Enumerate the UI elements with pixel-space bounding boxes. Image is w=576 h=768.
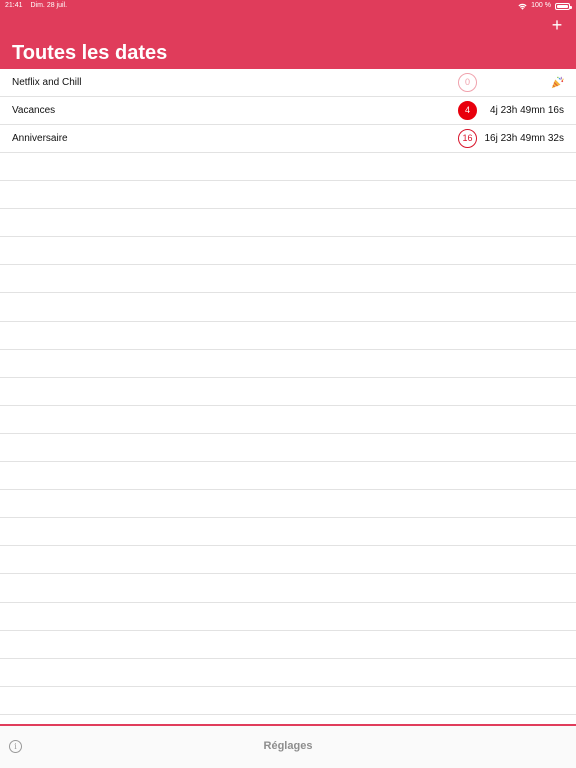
plus-icon: + <box>551 15 563 35</box>
event-title: Netflix and Chill <box>12 77 82 88</box>
status-bar: 21:41 Dim. 28 juil. 100 % <box>0 0 576 12</box>
days-badge: 0 <box>458 73 477 92</box>
empty-rows <box>0 153 576 715</box>
status-date: Dim. 28 juil. <box>30 2 68 9</box>
days-badge: 16 <box>458 129 477 148</box>
empty-row <box>0 350 576 378</box>
status-right: 100 % <box>518 0 572 12</box>
list-item-netflix[interactable]: Netflix and Chill 0 <box>0 69 576 97</box>
list-item-anniversaire[interactable]: Anniversaire 16 16j 23h 49mn 32s <box>0 125 576 153</box>
empty-row <box>0 546 576 575</box>
list-item-vacances[interactable]: Vacances 4 4j 23h 49mn 16s <box>0 97 576 125</box>
countdown-text: 16j 23h 49mn 32s <box>484 133 564 144</box>
empty-row <box>0 603 576 631</box>
empty-row <box>0 322 576 350</box>
empty-row <box>0 153 576 182</box>
status-time: 21:41 <box>5 2 23 9</box>
party-popper-icon <box>551 76 564 89</box>
navigation-header: 21:41 Dim. 28 juil. 100 % + Toutes les d… <box>0 0 576 69</box>
empty-row <box>0 687 576 715</box>
empty-row <box>0 237 576 266</box>
battery-icon <box>555 2 572 10</box>
event-title: Anniversaire <box>12 133 68 144</box>
empty-row <box>0 406 576 434</box>
days-badge: 4 <box>458 101 477 120</box>
page-title: Toutes les dates <box>12 42 168 64</box>
settings-button[interactable]: Réglages <box>0 740 576 752</box>
countdown-text: 4j 23h 49mn 16s <box>490 105 564 116</box>
empty-row <box>0 462 576 491</box>
empty-row <box>0 265 576 294</box>
empty-row <box>0 490 576 519</box>
empty-row <box>0 378 576 406</box>
empty-row <box>0 181 576 210</box>
empty-row <box>0 434 576 463</box>
empty-row <box>0 518 576 547</box>
empty-row <box>0 293 576 322</box>
event-title: Vacances <box>12 105 56 116</box>
dates-list: Netflix and Chill 0 Vacances 4 4j 23h 49… <box>0 69 576 715</box>
empty-row <box>0 631 576 659</box>
battery-percent: 100 % <box>531 2 551 9</box>
add-date-button[interactable]: + <box>548 16 566 34</box>
wifi-icon <box>518 3 527 10</box>
app-window: 21:41 Dim. 28 juil. 100 % + Toutes les d… <box>0 0 576 768</box>
empty-row <box>0 659 576 687</box>
status-left: 21:41 Dim. 28 juil. <box>5 0 73 12</box>
bottom-toolbar: i Réglages <box>0 724 576 768</box>
empty-row <box>0 209 576 238</box>
empty-row <box>0 574 576 603</box>
